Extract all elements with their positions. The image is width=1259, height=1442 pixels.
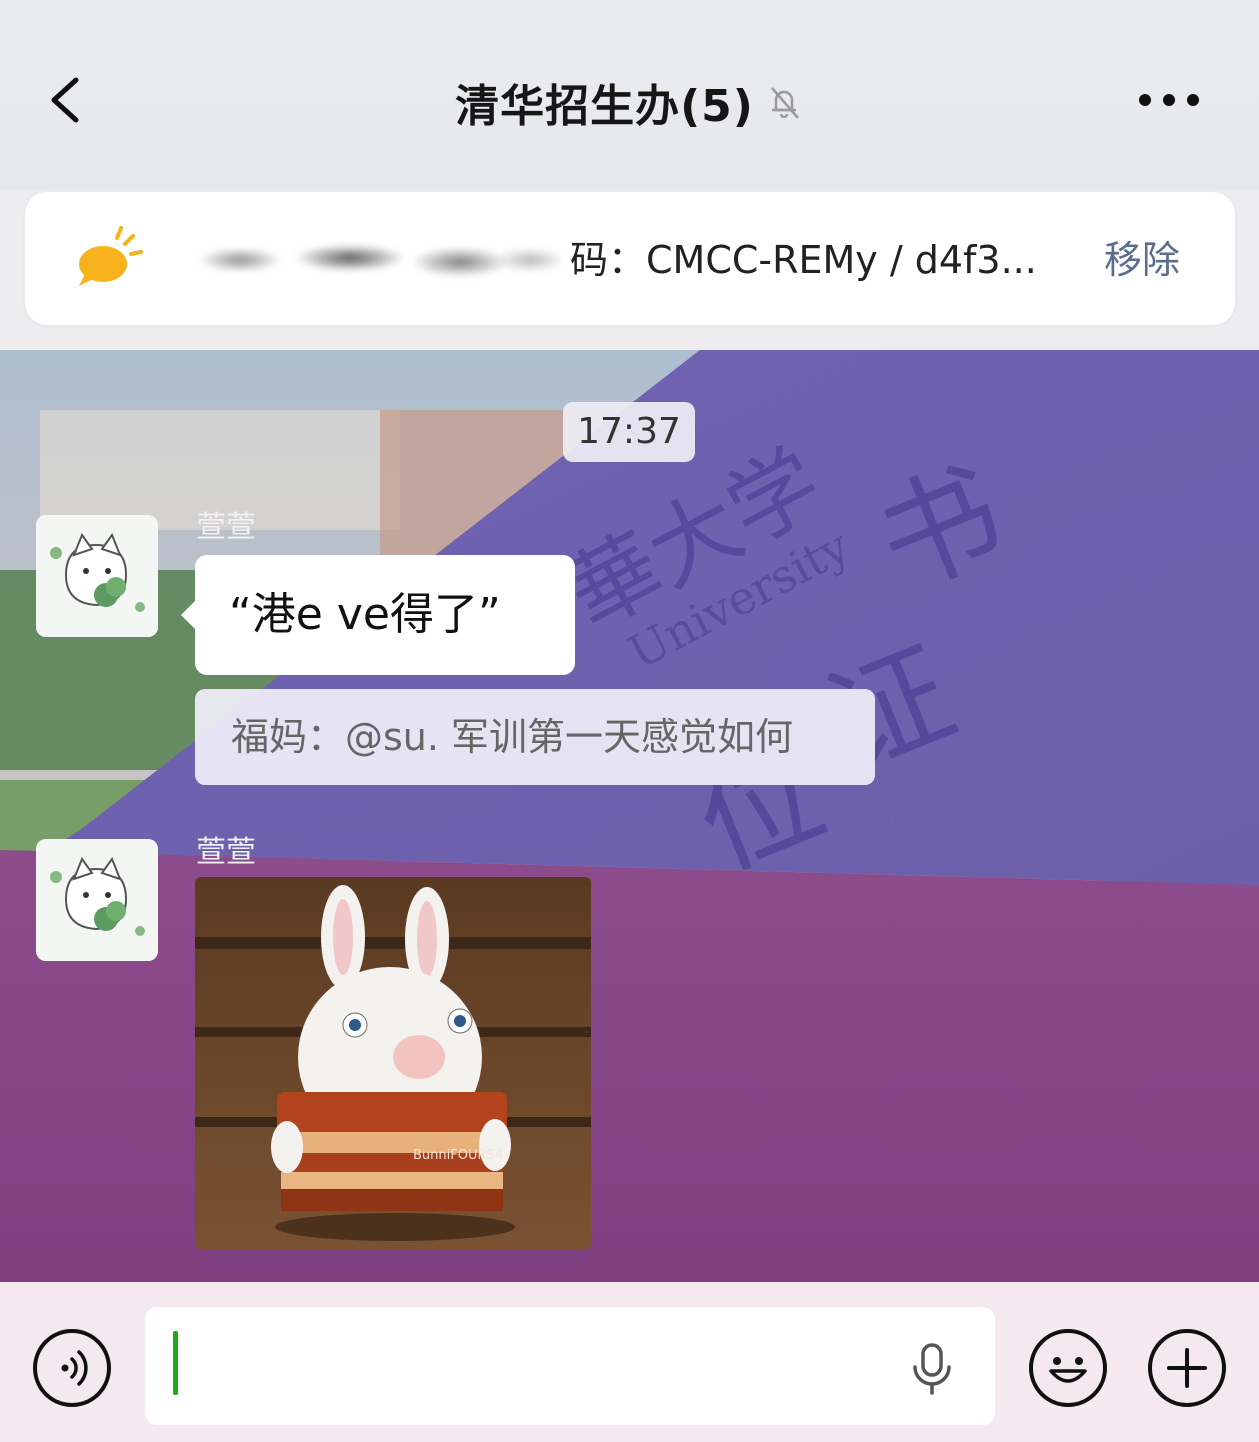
microphone-icon[interactable] xyxy=(909,1343,955,1395)
notice-text: 码：CMCC-REMy / d4f3... xyxy=(570,238,1037,282)
avatar[interactable] xyxy=(36,839,158,961)
voice-wave-icon[interactable] xyxy=(33,1329,111,1407)
sticker-watermark: BunniFOURS4 xyxy=(413,1148,503,1163)
input-bar xyxy=(0,1282,1259,1442)
message-input[interactable] xyxy=(145,1307,995,1425)
text-message-bubble[interactable]: “港e ve得了” xyxy=(181,555,575,675)
avatar[interactable] xyxy=(36,515,158,637)
text-caret xyxy=(173,1331,178,1395)
chat-area[interactable]: 书 证 位 University 華大学 17:37 萱萱 “港e ve得了” … xyxy=(0,350,1259,1282)
remove-button[interactable]: 移除 xyxy=(1104,232,1180,288)
chat-background-image: 书 证 位 University 華大学 xyxy=(0,350,1259,1282)
sticker-message[interactable]: BunniFOURS4 xyxy=(195,877,591,1249)
sender-name: 萱萱 xyxy=(196,835,256,870)
redacted-text xyxy=(180,232,570,288)
sender-name: 萱萱 xyxy=(196,510,256,545)
nav-header: 清华招生办(5) xyxy=(0,0,1259,190)
bell-slash-icon xyxy=(770,87,799,119)
more-dots-icon[interactable] xyxy=(1139,90,1199,110)
message-timestamp: 17:37 xyxy=(563,402,695,462)
speech-bubble-sun-icon xyxy=(79,226,143,286)
chat-title-group[interactable]: 清华招生办(5) xyxy=(0,70,1259,134)
smile-face-icon[interactable] xyxy=(1029,1329,1107,1407)
plus-icon[interactable] xyxy=(1148,1329,1226,1407)
chat-title: 清华招生办(5) xyxy=(455,81,754,132)
quoted-reply[interactable]: 福妈：@su. 军训第一天感觉如何 xyxy=(195,689,875,785)
pinned-notice[interactable]: 码：CMCC-REMy / d4f3... 移除 xyxy=(25,192,1235,325)
